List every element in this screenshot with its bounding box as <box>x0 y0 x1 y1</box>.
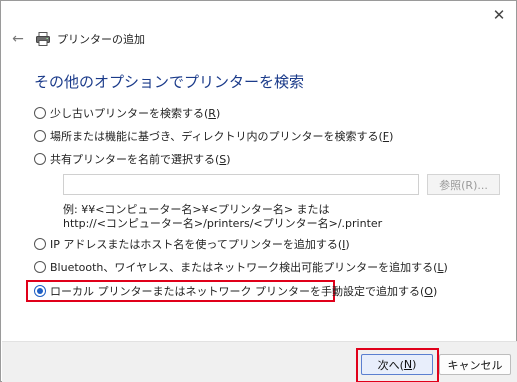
next-access-key: N <box>403 358 413 371</box>
shared-printer-example: 例: ¥¥<コンピューター名>¥<プリンター名> または http://<コンピ… <box>63 203 382 231</box>
option-label-suffix: ) <box>226 152 231 166</box>
add-printer-dialog: ✕ ← プリンターの追加 その他のオプションでプリンターを検索 少し古いプリンタ… <box>0 0 517 382</box>
close-button[interactable]: ✕ <box>488 5 510 25</box>
page-title: その他のオプションでプリンターを検索 <box>34 73 305 91</box>
option-label-suffix: ) <box>389 129 394 143</box>
option-access-key: R <box>208 106 216 120</box>
option-label: 少し古いプリンターを検索する( <box>50 107 209 120</box>
option-label: 共有プリンターを名前で選択する( <box>50 153 220 166</box>
option-local-manual[interactable]: ローカル プリンターまたはネットワーク プリンターを手動設定で追加する(O) <box>34 283 437 299</box>
option-access-key: O <box>424 284 433 298</box>
option-bluetooth-wireless[interactable]: Bluetooth、ワイヤレス、またはネットワーク検出可能プリンターを追加する(… <box>34 259 448 275</box>
option-label: ローカル プリンターまたはネットワーク プリンターを手動設定で追加する( <box>50 285 425 298</box>
option-label-suffix: ) <box>443 260 448 274</box>
option-access-key: S <box>219 152 227 166</box>
option-label-suffix: ) <box>345 237 350 251</box>
option-ip-address[interactable]: IP アドレスまたはホスト名を使ってプリンターを追加する(I) <box>34 236 350 252</box>
dialog-header: ← プリンターの追加 <box>9 29 145 49</box>
radio-shared-printer[interactable] <box>34 153 46 165</box>
printer-icon <box>36 32 50 46</box>
radio-directory-search[interactable] <box>34 130 46 142</box>
radio-ip-address[interactable] <box>34 238 46 250</box>
cancel-button[interactable]: キャンセル <box>439 354 511 375</box>
back-arrow-icon: ← <box>12 31 24 47</box>
example-line-1: 例: ¥¥<コンピューター名>¥<プリンター名> または <box>63 203 330 216</box>
option-label: Bluetooth、ワイヤレス、またはネットワーク検出可能プリンターを追加する( <box>50 261 438 274</box>
option-old-printer[interactable]: 少し古いプリンターを検索する(R) <box>34 105 220 121</box>
radio-bluetooth-wireless[interactable] <box>34 261 46 273</box>
back-button[interactable]: ← <box>9 30 27 48</box>
shared-printer-path-input[interactable] <box>63 174 419 195</box>
next-label: 次へ( <box>377 358 404 372</box>
option-label-suffix: ) <box>215 106 221 120</box>
option-directory-search[interactable]: 場所または機能に基づき、ディレクトリ内のプリンターを検索する(F) <box>34 128 393 144</box>
next-button[interactable]: 次へ(N) <box>361 354 433 375</box>
close-icon: ✕ <box>492 6 506 24</box>
example-line-2: http://<コンピューター名>/printers/<プリンター名>/.pri… <box>63 217 383 230</box>
browse-button[interactable]: 参照(R)... <box>427 174 500 195</box>
option-label: IP アドレスまたはホスト名を使ってプリンターを追加する( <box>50 238 343 251</box>
option-label-suffix: ) <box>432 284 438 298</box>
radio-local-manual[interactable] <box>34 285 46 297</box>
option-label: 場所または機能に基づき、ディレクトリ内のプリンターを検索する( <box>50 130 383 143</box>
dialog-header-title: プリンターの追加 <box>57 33 145 46</box>
next-label-suffix: ) <box>412 358 417 371</box>
radio-old-printer[interactable] <box>34 107 46 119</box>
option-shared-printer[interactable]: 共有プリンターを名前で選択する(S) <box>34 151 231 167</box>
